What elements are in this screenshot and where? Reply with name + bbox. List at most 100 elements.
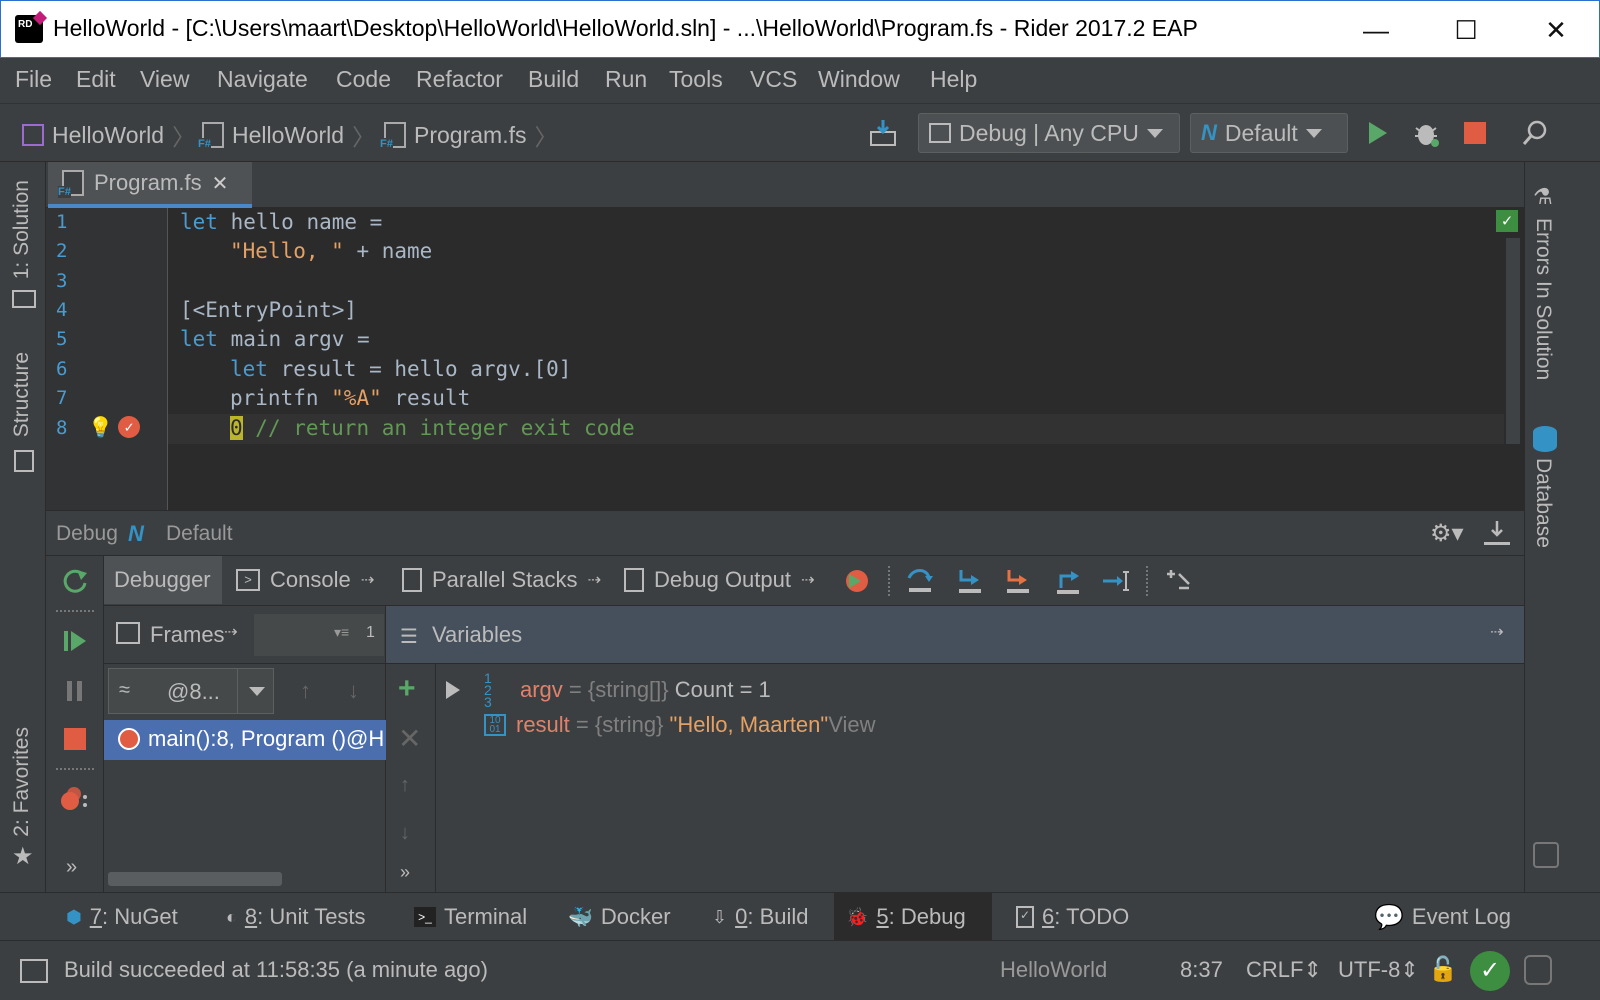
thread-filter-dropdown[interactable]: ▾≡ 1: [254, 614, 384, 656]
menu-run[interactable]: Run: [605, 66, 647, 93]
tool-tab-terminal[interactable]: >_ Terminal: [402, 893, 539, 941]
checkmark-icon[interactable]: ✓: [1470, 951, 1510, 991]
breadcrumb-file[interactable]: F# Program.fs 〉: [380, 118, 557, 152]
pin-tab-icon[interactable]: ⇢: [1490, 622, 1503, 642]
menu-edit[interactable]: Edit: [76, 66, 116, 93]
status-project[interactable]: HelloWorld: [1000, 957, 1107, 983]
tab-parallel-stacks[interactable]: Parallel Stacks ⇢: [392, 556, 611, 604]
search-icon[interactable]: [1518, 116, 1552, 150]
lock-icon[interactable]: 🔓: [1428, 955, 1458, 984]
hector-icon[interactable]: [1524, 955, 1552, 985]
breakpoint-hit-icon[interactable]: ✓: [118, 416, 140, 438]
pin-tab-icon[interactable]: ⇢: [801, 570, 814, 590]
maximize-button[interactable]: ☐: [1421, 1, 1511, 59]
tool-tab-database[interactable]: Database: [1531, 458, 1555, 548]
previous-frame-icon[interactable]: ↑: [300, 678, 311, 704]
tool-tab-structure[interactable]: Structure: [10, 352, 34, 437]
menu-view[interactable]: View: [140, 66, 189, 93]
menu-build[interactable]: Build: [528, 66, 579, 93]
tool-tab-todo[interactable]: ✓ 6: TODO: [1004, 893, 1141, 941]
tab-debug-output[interactable]: Debug Output ⇢: [614, 556, 824, 604]
event-log-button[interactable]: 💬 Event Log: [1362, 893, 1523, 941]
hector-icon[interactable]: [1533, 842, 1559, 868]
tab-console[interactable]: > Console ⇢: [226, 556, 384, 604]
tool-tab-solution[interactable]: 1: Solution: [10, 180, 34, 279]
breadcrumb-project[interactable]: F# HelloWorld 〉: [198, 118, 375, 152]
tool-tab-errors-in-solution[interactable]: Errors In Solution: [1531, 218, 1555, 380]
title-bar: RD HelloWorld - [C:\Users\maart\Desktop\…: [0, 0, 1600, 58]
menu-navigate[interactable]: Navigate: [217, 66, 308, 93]
minimize-button[interactable]: —: [1331, 1, 1421, 59]
pin-tab-icon[interactable]: ⇢: [361, 570, 374, 590]
pin-tab-icon[interactable]: ⇢: [588, 570, 601, 590]
pin-tab-icon[interactable]: ⇢: [224, 622, 237, 642]
tool-tab-build[interactable]: ⇩ 0: Build: [700, 893, 821, 941]
tool-tab-nuget[interactable]: ⬢ 7: NuGet: [54, 893, 190, 941]
frame-row[interactable]: main():8, Program ()@H: [104, 720, 386, 760]
breadcrumb-solution[interactable]: HelloWorld 〉: [22, 118, 195, 152]
menu-file[interactable]: File: [15, 66, 52, 93]
stop-icon[interactable]: [58, 722, 92, 756]
stop-icon[interactable]: [1458, 116, 1492, 150]
view-value-link[interactable]: View: [828, 712, 875, 737]
run-icon[interactable]: [1360, 116, 1394, 150]
tool-windows-toggle-icon[interactable]: [20, 959, 48, 983]
tool-tab-debug[interactable]: 🐞 5: Debug: [834, 893, 992, 941]
nuget-icon: ⬢: [66, 906, 82, 927]
line-separator[interactable]: CRLF⇕: [1246, 957, 1322, 983]
configuration-select[interactable]: Debug | Any CPU: [918, 113, 1180, 153]
remove-watch-icon[interactable]: ✕: [398, 722, 421, 755]
move-up-icon[interactable]: ↑: [400, 774, 410, 797]
thread-icon: ≈: [119, 679, 130, 701]
console-icon: >: [236, 569, 260, 591]
more-actions-icon[interactable]: »: [66, 856, 77, 879]
tool-tab-docker[interactable]: 🐳 Docker: [556, 893, 683, 941]
build-solution-icon[interactable]: [866, 116, 900, 150]
menu-refactor[interactable]: Refactor: [416, 66, 503, 93]
add-watch-icon[interactable]: +: [398, 672, 416, 706]
step-into-icon[interactable]: [952, 564, 988, 598]
file-encoding[interactable]: UTF-8⇕: [1338, 957, 1419, 983]
menu-code[interactable]: Code: [336, 66, 391, 93]
line-number: 7: [56, 387, 68, 409]
variable-row-result[interactable]: 10 01 result = {string} "Hello, Maarten"V…: [446, 712, 876, 738]
more-actions-icon[interactable]: »: [400, 862, 410, 883]
tab-debugger[interactable]: Debugger: [104, 556, 222, 604]
debug-window-header: Debug N Default ⚙▾: [46, 510, 1524, 556]
editor-gutter[interactable]: 1 2 3 4 5 6 7 8 💡 ✓: [46, 208, 168, 510]
menu-window[interactable]: Window: [818, 66, 900, 93]
step-over-icon[interactable]: [902, 564, 938, 598]
show-execution-point-icon[interactable]: [840, 564, 874, 598]
pause-icon[interactable]: [58, 674, 92, 708]
hide-panel-icon[interactable]: [1484, 519, 1510, 545]
menu-tools[interactable]: Tools: [669, 66, 723, 93]
evaluate-expression-icon[interactable]: [1160, 564, 1196, 598]
force-step-into-icon[interactable]: [1000, 564, 1036, 598]
close-tab-icon[interactable]: ✕: [212, 171, 229, 196]
tool-tab-favorites[interactable]: 2: Favorites: [10, 727, 34, 837]
lightbulb-icon[interactable]: 💡: [88, 415, 113, 439]
editor-scrollbar[interactable]: [1506, 238, 1520, 444]
frames-scrollbar[interactable]: [108, 872, 282, 886]
run-to-cursor-icon[interactable]: [1098, 564, 1134, 598]
editor-tab-program-fs[interactable]: F# Program.fs ✕: [48, 162, 252, 208]
view-breakpoints-icon[interactable]: [58, 782, 92, 816]
code-editor[interactable]: 1 2 3 4 5 6 7 8 💡 ✓ let hello name = "He…: [46, 208, 1524, 510]
move-down-icon[interactable]: ↓: [400, 822, 410, 845]
rerun-icon[interactable]: [58, 564, 92, 598]
next-frame-icon[interactable]: ↓: [348, 678, 359, 704]
variable-row-argv[interactable]: 123 argv = {string[]} Count = 1: [446, 671, 771, 709]
caret-position[interactable]: 8:37: [1180, 957, 1223, 983]
thread-select[interactable]: ≈ @8...: [108, 668, 274, 714]
run-target-value: Default: [1224, 119, 1298, 146]
step-out-icon[interactable]: [1050, 564, 1086, 598]
resume-icon[interactable]: [58, 624, 92, 658]
menu-vcs[interactable]: VCS: [750, 66, 797, 93]
debug-bug-icon[interactable]: [1408, 116, 1444, 150]
menu-help[interactable]: Help: [930, 66, 977, 93]
close-window-button[interactable]: ✕: [1511, 1, 1600, 59]
tool-tab-unit-tests[interactable]: ◐ 8: Unit Tests: [214, 893, 378, 941]
gear-icon[interactable]: ⚙▾: [1430, 519, 1464, 548]
expand-arrow-icon[interactable]: [446, 681, 460, 699]
run-target-select[interactable]: N Default: [1190, 113, 1348, 153]
